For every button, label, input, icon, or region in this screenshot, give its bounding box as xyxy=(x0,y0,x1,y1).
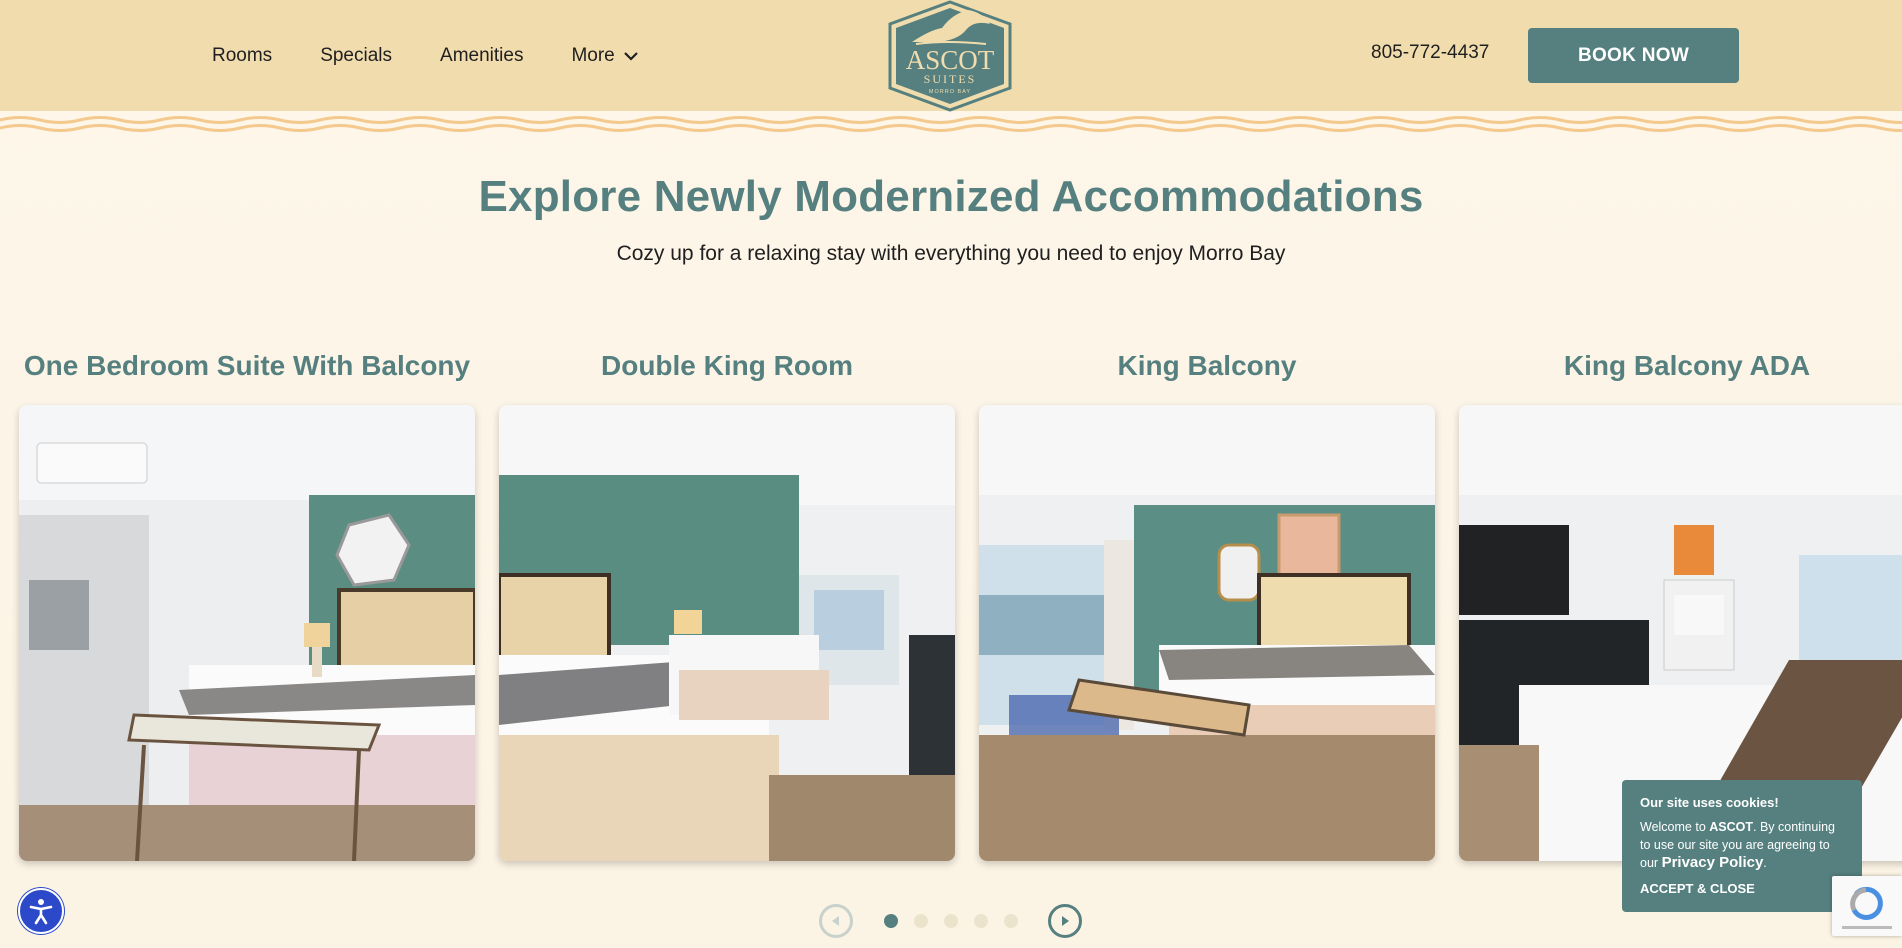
cookie-text-period: . xyxy=(1763,856,1767,870)
carousel-dot-1[interactable] xyxy=(884,914,898,928)
cookie-text-start: Welcome to xyxy=(1640,820,1710,834)
chevron-down-icon xyxy=(623,51,638,61)
nav-rooms-label: Rooms xyxy=(212,44,273,66)
nav-amenities[interactable]: Amenities xyxy=(440,45,523,67)
carousel-next-button[interactable] xyxy=(1048,904,1082,938)
carousel-dot-3[interactable] xyxy=(944,914,958,928)
carousel-dot-5[interactable] xyxy=(1004,914,1018,928)
nav-specials-label: Specials xyxy=(320,44,393,66)
room-card-title[interactable]: King Balcony xyxy=(979,350,1435,390)
nav-rooms[interactable]: Rooms xyxy=(212,45,272,67)
room-card-one-bedroom-suite: One Bedroom Suite With Balcony xyxy=(19,350,475,861)
room-card-title[interactable]: Double King Room xyxy=(499,350,955,390)
room-photo[interactable] xyxy=(499,405,955,861)
nav-more-label: More xyxy=(571,44,615,66)
room-card-double-king: Double King Room xyxy=(499,350,955,861)
section-title: Explore Newly Modernized Accommodations xyxy=(478,172,1424,221)
recaptcha-badge[interactable] xyxy=(1832,876,1902,936)
carousel-prev-button[interactable] xyxy=(819,904,853,938)
cookie-brand: ASCOT xyxy=(1709,820,1753,834)
carousel-dot-4[interactable] xyxy=(974,914,988,928)
nav-specials[interactable]: Specials xyxy=(320,45,392,67)
room-card-title[interactable]: One Bedroom Suite With Balcony xyxy=(19,350,475,390)
main-nav: Rooms Specials Amenities More xyxy=(212,0,639,111)
room-photo[interactable] xyxy=(19,405,475,861)
room-card-title[interactable]: King Balcony ADA xyxy=(1459,350,1902,390)
room-card-king-balcony: King Balcony xyxy=(979,350,1435,861)
cookie-title: Our site uses cookies! xyxy=(1640,795,1779,810)
accessibility-button[interactable] xyxy=(18,888,64,934)
accessibility-icon xyxy=(29,899,53,925)
logo-text-suites: SUITES xyxy=(924,72,977,86)
room-photo[interactable] xyxy=(979,405,1435,861)
cookie-text: Welcome to ASCOT. By continuing to use o… xyxy=(1640,818,1844,872)
cookie-banner: Our site uses cookies! Welcome to ASCOT.… xyxy=(1622,780,1862,912)
phone-number-link[interactable]: 805-772-4437 xyxy=(1371,42,1489,64)
arrow-left-icon xyxy=(832,916,839,926)
recaptcha-icon xyxy=(1842,886,1892,929)
section-subtitle: Cozy up for a relaxing stay with everyth… xyxy=(616,242,1286,265)
carousel-dot-2[interactable] xyxy=(914,914,928,928)
logo-text-location: MORRO BAY xyxy=(929,89,971,95)
privacy-policy-link[interactable]: Privacy Policy xyxy=(1662,854,1764,871)
book-now-button[interactable]: BOOK NOW xyxy=(1528,28,1739,83)
accept-cookies-button[interactable]: ACCEPT & CLOSE xyxy=(1640,880,1844,898)
nav-more[interactable]: More xyxy=(571,45,638,67)
ascot-suites-logo[interactable]: ASCOT SUITES MORRO BAY xyxy=(886,0,1014,112)
decorative-wave xyxy=(0,116,1902,132)
nav-amenities-label: Amenities xyxy=(440,44,524,66)
logo-text-ascot: ASCOT xyxy=(906,45,995,75)
room-card-king-balcony-ada: King Balcony ADA xyxy=(1459,350,1902,861)
site-header: Rooms Specials Amenities More ASCOT SUIT… xyxy=(0,0,1902,112)
arrow-right-icon xyxy=(1062,916,1069,926)
